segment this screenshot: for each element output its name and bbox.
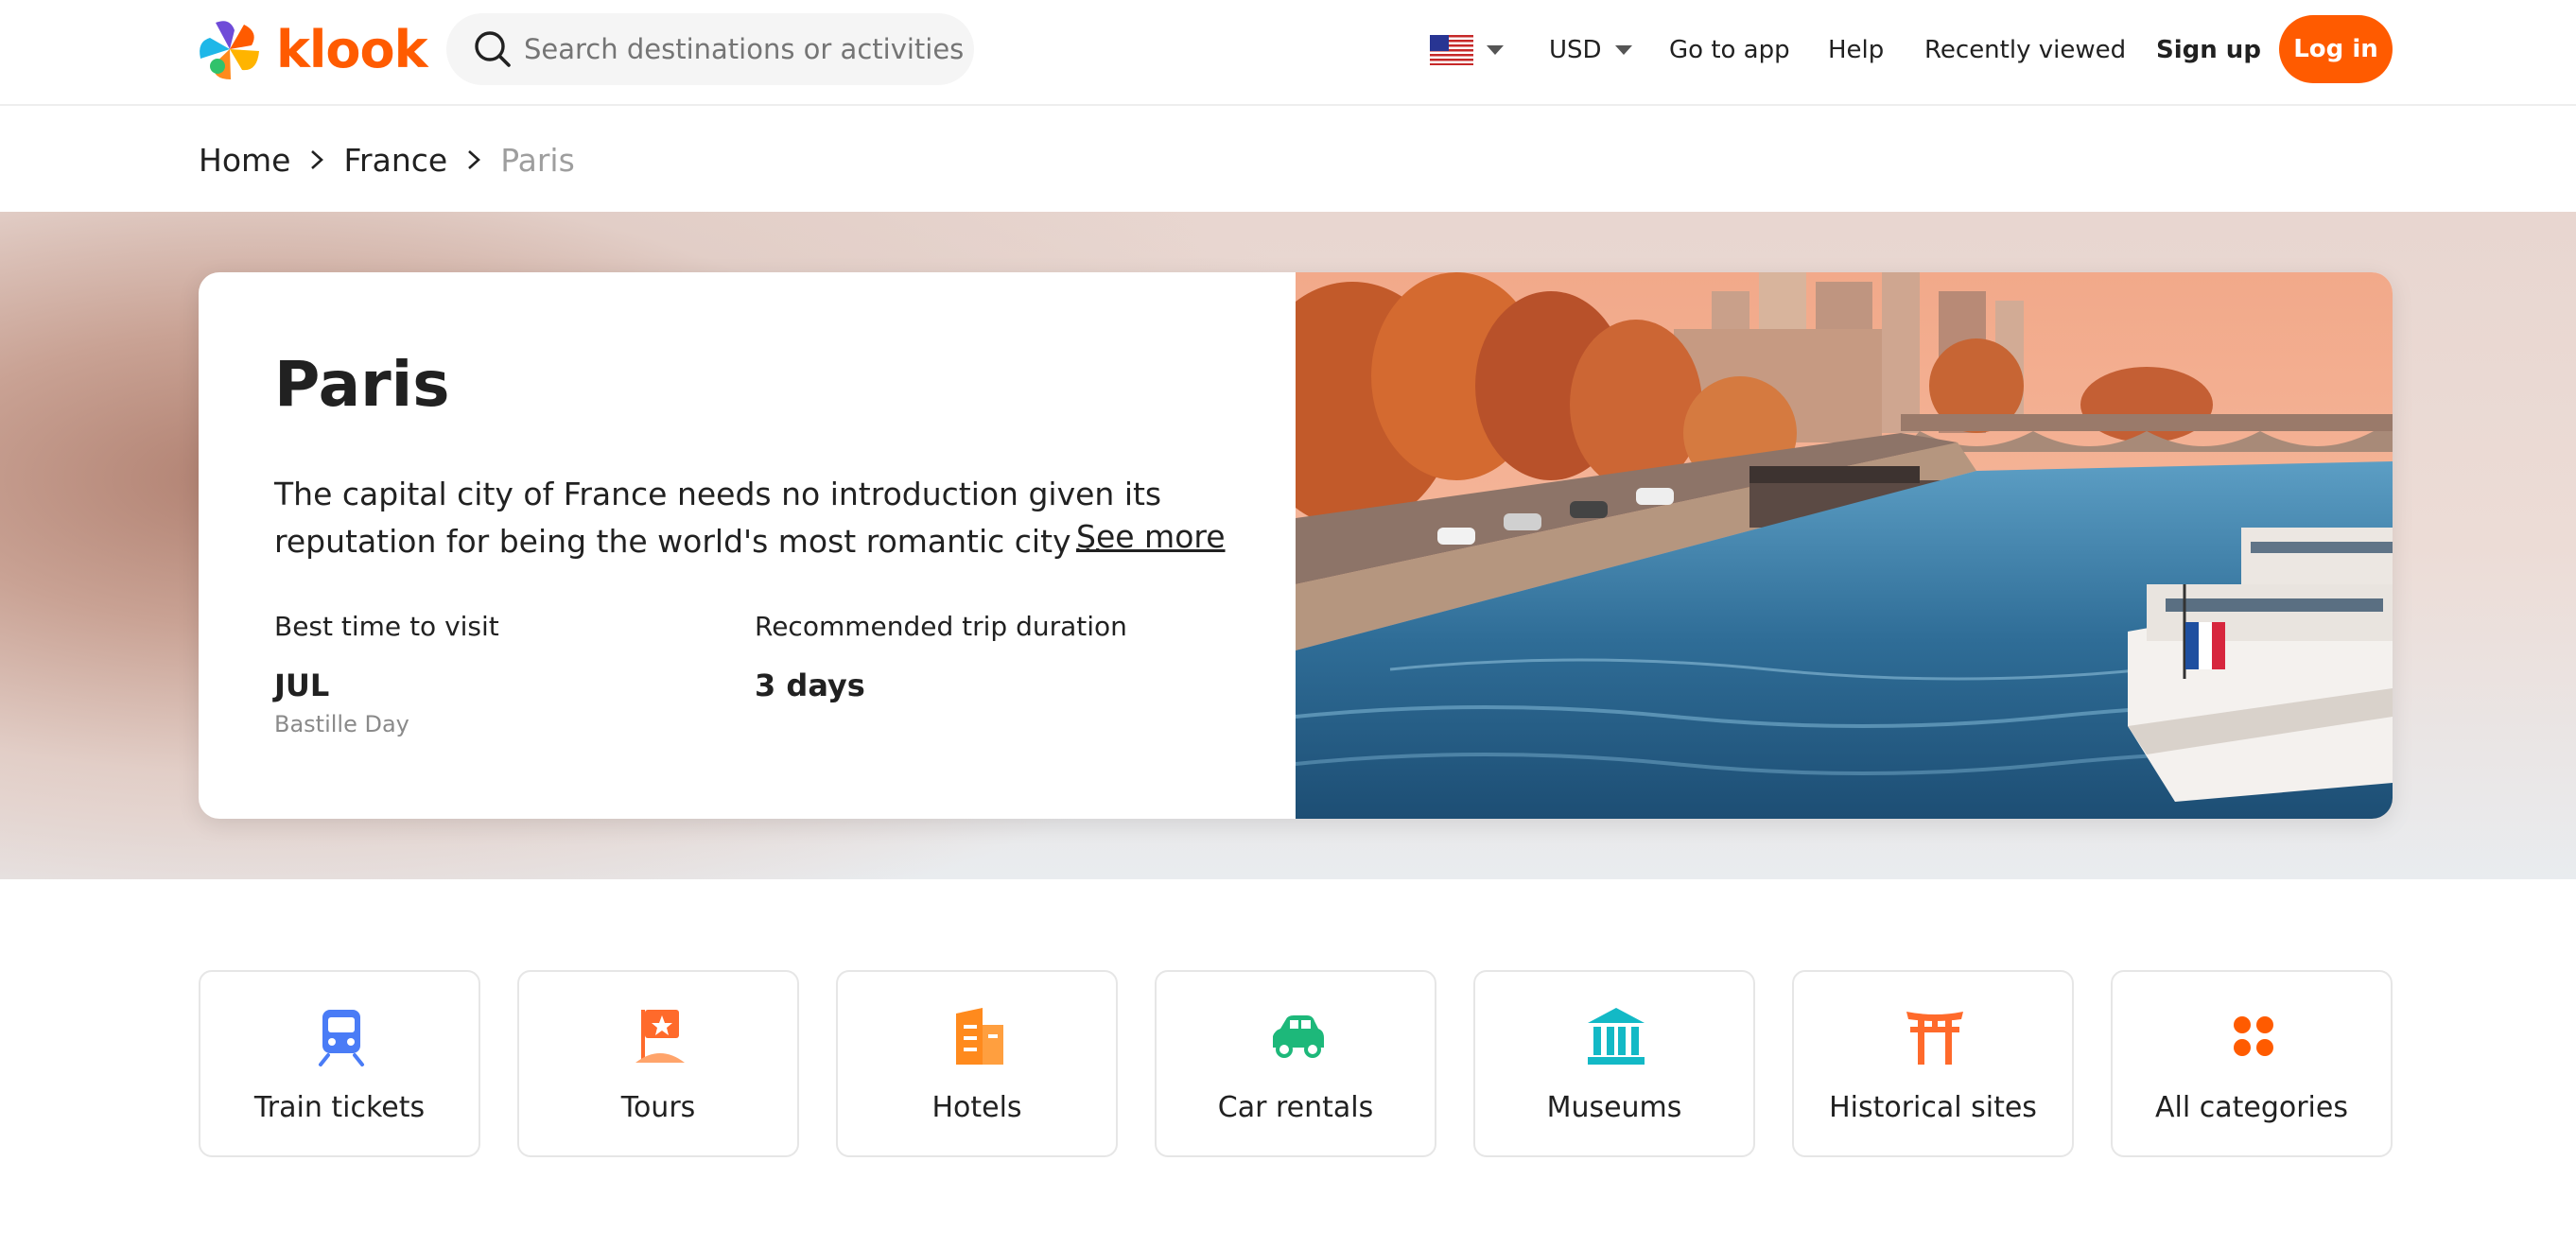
help-link[interactable]: Help [1828, 19, 1884, 81]
search-input[interactable]: Search destinations or activities [446, 13, 974, 85]
search-icon [475, 31, 511, 67]
sign-up-link[interactable]: Sign up [2156, 19, 2261, 81]
description-line-1: The capital city of France needs no intr… [274, 476, 1162, 512]
brand-name: klook [276, 19, 428, 79]
currency-label: USD [1549, 36, 1602, 64]
log-in-button[interactable]: Log in [2279, 15, 2393, 83]
category-historical-sites[interactable]: Historical sites [1792, 970, 2074, 1157]
category-label: Historical sites [1829, 1091, 2037, 1124]
grid-dots-icon [2234, 1016, 2273, 1056]
destination-info: Paris The capital city of France needs n… [199, 272, 1296, 819]
top-header: klook Search destinations or activities … [0, 0, 2576, 106]
category-label: All categories [2155, 1091, 2348, 1124]
category-car-rentals[interactable]: Car rentals [1155, 970, 1436, 1157]
category-train-tickets[interactable]: Train tickets [199, 970, 480, 1157]
category-label: Tours [620, 1091, 696, 1124]
museum-icon [1588, 1008, 1645, 1065]
car-icon [1273, 1015, 1324, 1058]
trip-duration-value: 3 days [755, 667, 865, 703]
category-label: Car rentals [1217, 1091, 1374, 1124]
category-hotels[interactable]: Hotels [836, 970, 1118, 1157]
breadcrumb-home[interactable]: Home [199, 142, 290, 179]
best-time-label: Best time to visit [274, 611, 499, 642]
klook-logo[interactable]: klook [197, 17, 428, 81]
language-selector[interactable] [1430, 19, 1504, 81]
category-label: Train tickets [253, 1091, 426, 1124]
chevron-right-icon [311, 150, 324, 169]
category-museums[interactable]: Museums [1473, 970, 1755, 1157]
chevron-down-icon [1487, 45, 1504, 55]
breadcrumb-france[interactable]: France [343, 142, 447, 179]
see-more-link[interactable]: See more [1076, 518, 1226, 555]
hotel-icon [956, 1008, 1003, 1065]
paris-seine-photo [1296, 272, 2393, 819]
train-icon [319, 1010, 364, 1066]
best-time-value: JUL [274, 667, 330, 703]
breadcrumb-paris: Paris [500, 141, 575, 179]
breadcrumb: Home France Paris [199, 138, 575, 182]
chevron-right-icon [468, 150, 481, 169]
category-label: Hotels [931, 1091, 1022, 1124]
trip-duration-label: Recommended trip duration [755, 611, 1127, 642]
flag-icon [635, 1010, 685, 1063]
us-flag-icon [1430, 35, 1473, 65]
category-all-categories[interactable]: All categories [2111, 970, 2393, 1157]
torii-gate-icon [1906, 1012, 1963, 1065]
best-time-note: Bastille Day [274, 711, 409, 737]
category-tours[interactable]: Tours [517, 970, 799, 1157]
destination-photo [1296, 272, 2393, 819]
chevron-down-icon [1614, 45, 1632, 55]
recently-viewed-link[interactable]: Recently viewed [1924, 19, 2126, 81]
destination-title: Paris [274, 348, 450, 421]
description-line-2-text: reputation for being the world's most ro… [274, 523, 1071, 560]
go-to-app-link[interactable]: Go to app [1669, 19, 1790, 81]
search-placeholder: Search destinations or activities [524, 33, 965, 65]
currency-selector[interactable]: USD [1549, 19, 1632, 81]
destination-card: Paris The capital city of France needs n… [199, 272, 2393, 819]
category-label: Museums [1546, 1091, 1682, 1124]
klook-logo-icon [200, 21, 259, 79]
